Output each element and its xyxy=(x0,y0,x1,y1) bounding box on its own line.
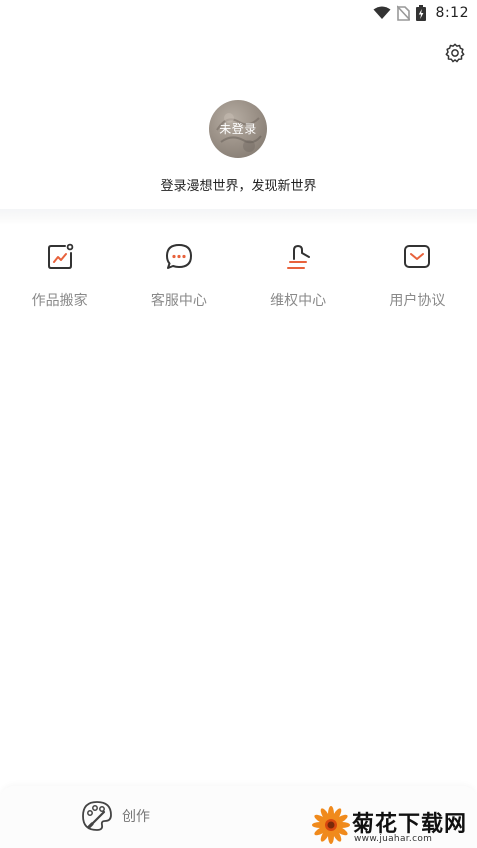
status-bar: 8:12 xyxy=(0,0,477,26)
avatar-status-label: 未登录 xyxy=(219,122,257,136)
menu-item-work-migration[interactable]: 作品搬家 xyxy=(0,240,119,320)
menu-label: 维权中心 xyxy=(270,293,327,309)
avatar[interactable]: 未登录 xyxy=(209,100,267,158)
chrysanthemum-logo-icon xyxy=(312,806,350,844)
envelope-icon xyxy=(400,240,434,274)
watermark: 菊花下载网 www.juahar.com xyxy=(308,800,477,848)
menu-label: 作品搬家 xyxy=(31,293,88,309)
status-icons: 8:12 xyxy=(373,4,469,22)
wifi-icon xyxy=(373,6,391,19)
status-time: 8:12 xyxy=(435,5,469,21)
chart-export-icon xyxy=(43,240,77,274)
section-divider xyxy=(0,209,477,225)
menu-item-customer-service[interactable]: 客服中心 xyxy=(119,240,238,320)
chat-bubble-icon xyxy=(162,240,196,274)
menu-label: 用户协议 xyxy=(389,293,446,309)
gear-icon xyxy=(445,43,465,63)
nav-create-label: 创作 xyxy=(122,809,150,825)
login-prompt[interactable]: 登录漫想世界，发现新世界 xyxy=(0,175,477,194)
nav-create-tab[interactable]: 创作 xyxy=(80,799,150,833)
quick-menu: 作品搬家 客服中心 维权中心 用户协议 xyxy=(0,240,477,320)
menu-item-rights-protection[interactable]: 维权中心 xyxy=(239,240,358,320)
no-sim-icon xyxy=(396,5,410,21)
palette-icon xyxy=(82,801,112,831)
gavel-icon xyxy=(281,240,315,274)
menu-item-user-agreement[interactable]: 用户协议 xyxy=(358,240,477,320)
settings-button[interactable] xyxy=(443,41,467,65)
watermark-url: www.juahar.com xyxy=(354,834,433,844)
menu-label: 客服中心 xyxy=(150,293,207,309)
battery-charging-icon xyxy=(415,5,426,21)
